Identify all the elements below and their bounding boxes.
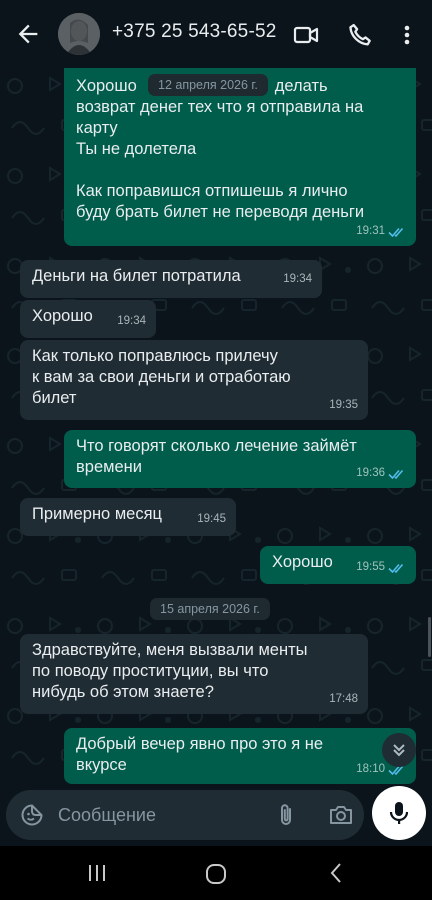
message-text: Деньги на билет потратила xyxy=(32,267,241,285)
message-text: Что говорят сколько лечение займёт време… xyxy=(76,437,357,476)
message-text: возврат денег тех что я отправила на кар… xyxy=(76,98,365,221)
message-list[interactable]: Хорошо делать возврат денег тех что я отп… xyxy=(0,68,432,790)
read-receipt-icon xyxy=(388,227,404,237)
message-input[interactable]: Сообщение xyxy=(58,805,156,826)
message-bubble-outgoing[interactable]: Добрый вечер явно про это я не вкурсе 18… xyxy=(64,728,416,784)
message-time: 17:48 xyxy=(329,693,358,705)
message-time: 19:55 xyxy=(356,561,385,573)
message-text: Здравствуйте, меня вызвали менты по пово… xyxy=(32,641,308,701)
message-time: 19:34 xyxy=(283,273,312,285)
message-bubble-incoming[interactable]: Как только поправлюсь прилечу к вам за с… xyxy=(20,340,368,420)
video-camera-icon[interactable] xyxy=(292,21,320,49)
message-text: Хорошо xyxy=(76,77,137,95)
message-time: 18:10 xyxy=(356,763,385,775)
double-chevron-down-icon xyxy=(393,744,405,757)
date-separator: 15 апреля 2026 г. xyxy=(150,598,270,620)
arrow-left-icon[interactable] xyxy=(14,20,42,48)
message-composer[interactable]: Сообщение xyxy=(6,790,364,840)
message-bubble-incoming[interactable]: Примерно месяц 19:45 xyxy=(20,498,236,536)
scroll-to-bottom-button[interactable] xyxy=(382,733,416,767)
sticker-icon[interactable] xyxy=(20,803,44,827)
phone-icon[interactable] xyxy=(346,21,374,49)
message-text: Примерно месяц xyxy=(32,505,162,523)
chat-header: +375 25 543-65-52 xyxy=(0,0,432,68)
message-time: 19:31 xyxy=(356,225,385,237)
floating-date-label: 12 апреля 2026 г. xyxy=(148,74,268,96)
recents-icon[interactable] xyxy=(86,864,108,882)
camera-icon[interactable] xyxy=(328,803,354,827)
message-bubble-outgoing[interactable]: Хорошо 19:55 xyxy=(260,546,416,584)
read-receipt-icon xyxy=(388,469,404,479)
message-text: делать xyxy=(274,77,328,95)
system-nav-bar xyxy=(0,846,432,900)
message-time: 19:34 xyxy=(117,315,146,327)
message-meta: 19:31 xyxy=(356,221,406,242)
message-text: Добрый вечер явно про это я не вкурсе xyxy=(76,735,324,774)
more-vertical-icon[interactable] xyxy=(393,21,421,49)
message-bubble-outgoing[interactable]: Что говорят сколько лечение займёт време… xyxy=(64,430,416,488)
message-bubble-incoming[interactable]: Хорошо 19:34 xyxy=(20,300,156,338)
read-receipt-icon xyxy=(388,563,404,573)
message-time: 19:35 xyxy=(329,399,358,411)
message-bubble-incoming[interactable]: Здравствуйте, меня вызвали менты по пово… xyxy=(20,634,368,714)
message-bubble-incoming[interactable]: Деньги на билет потратила 19:34 xyxy=(20,260,322,298)
microphone-button[interactable] xyxy=(372,786,426,840)
contact-name[interactable]: +375 25 543-65-52 xyxy=(112,21,277,43)
avatar[interactable] xyxy=(58,13,100,55)
message-time: 19:36 xyxy=(356,467,385,479)
microphone-icon xyxy=(389,802,409,824)
message-time: 19:45 xyxy=(197,513,226,525)
home-icon[interactable] xyxy=(205,863,227,885)
message-text: Как только поправлюсь прилечу к вам за с… xyxy=(32,347,291,407)
back-icon[interactable] xyxy=(328,862,344,884)
scrollbar[interactable] xyxy=(428,617,431,657)
paperclip-icon[interactable] xyxy=(274,802,298,828)
